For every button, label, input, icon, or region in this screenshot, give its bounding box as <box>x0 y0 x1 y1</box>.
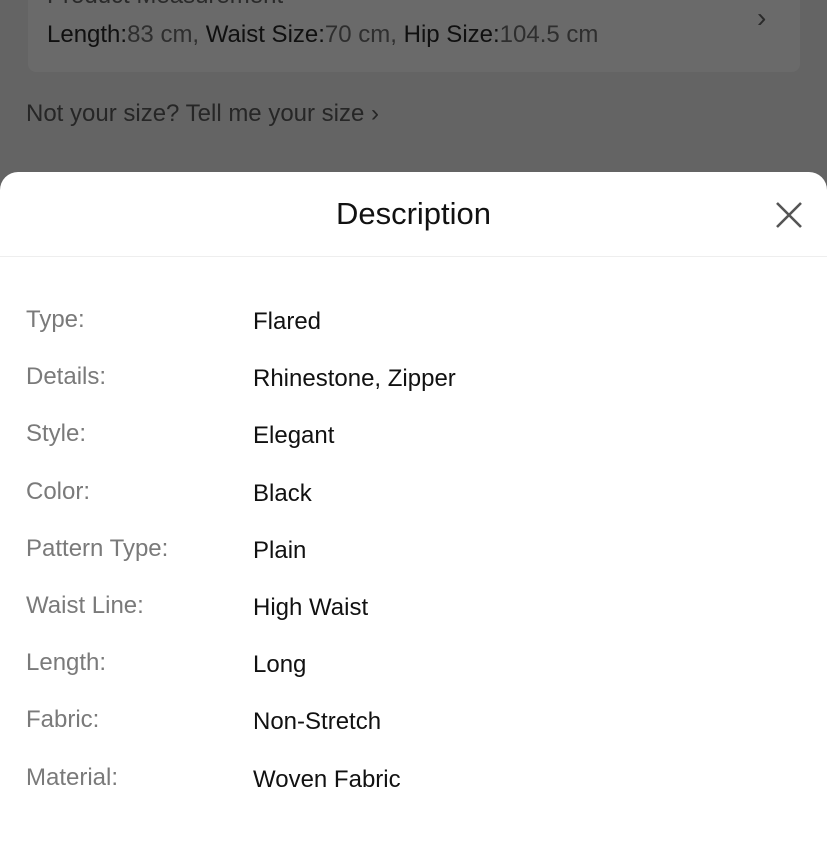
description-row: Color: Black <box>0 478 827 535</box>
attribute-label: Type: <box>26 306 85 333</box>
attribute-label: Material: <box>26 763 119 791</box>
sheet-title: Description <box>335 196 492 231</box>
attribute-value: Long <box>253 651 307 679</box>
attribute-label: Style: <box>26 420 87 448</box>
measure-label: Waist Size: <box>205 21 325 48</box>
attribute-value: Rhinestone, Zipper <box>253 365 456 393</box>
sheet-header: Description <box>0 172 827 257</box>
measure-value: 83 cm, <box>127 21 206 48</box>
description-list: Type: Flared Details: Rhinestone, Zipper Sty… <box>0 306 827 821</box>
chevron-right-icon[interactable]: › <box>757 2 766 34</box>
attribute-label: Details: <box>26 363 107 391</box>
attribute-value: Plain <box>253 536 307 564</box>
description-row: Waist Line: High Waist <box>0 592 827 649</box>
description-sheet: Description Type: Flared Details: Rhineston… <box>0 172 827 852</box>
description-row: Style: Elegant <box>0 420 827 477</box>
description-row: Pattern Type: Plain <box>0 535 827 592</box>
not-your-size-link[interactable]: Not your size? Tell me your size › <box>26 100 379 128</box>
description-row: Length: Long <box>0 649 827 706</box>
attribute-label: Waist Line: <box>26 591 144 619</box>
measurement-summary: Length:83 cm, Waist Size:70 cm, Hip Size… <box>47 21 598 49</box>
close-icon[interactable] <box>772 198 806 232</box>
measurement-title: Product Measurement <box>47 0 283 10</box>
description-row: Details: Rhinestone, Zipper <box>0 363 827 420</box>
description-row: Fabric: Non-Stretch <box>0 706 827 763</box>
attribute-label: Length: <box>26 649 107 677</box>
measure-label: Length: <box>47 21 128 48</box>
description-row: Material: Woven Fabric <box>0 764 827 821</box>
measure-label: Hip Size: <box>403 21 500 48</box>
attribute-value: High Waist <box>253 593 369 621</box>
attribute-label: Pattern Type: <box>26 534 169 562</box>
measure-value: 70 cm, <box>324 21 404 48</box>
attribute-value: Black <box>253 479 312 507</box>
attribute-value: Elegant <box>253 422 335 450</box>
description-row: Type: Flared <box>0 306 827 363</box>
attribute-value: Flared <box>253 308 322 335</box>
attribute-label: Fabric: <box>26 706 100 734</box>
attribute-value: Non-Stretch <box>253 708 382 736</box>
attribute-value: Woven Fabric <box>253 765 401 793</box>
measure-value: 104.5 cm <box>499 21 599 48</box>
attribute-label: Color: <box>26 477 91 505</box>
